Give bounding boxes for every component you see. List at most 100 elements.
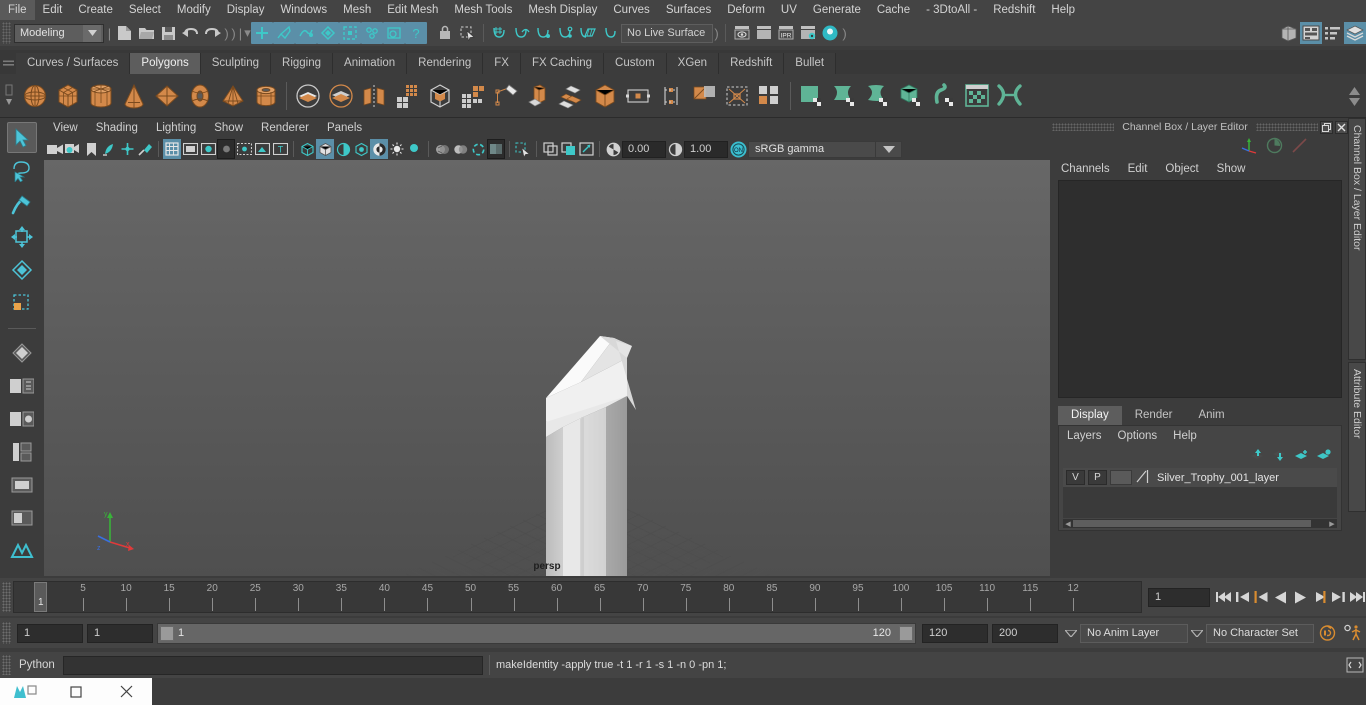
layer-color-swatch[interactable] [1110, 470, 1132, 485]
range-slider-grip[interactable] [2, 622, 11, 644]
move-layer-up-icon[interactable] [1250, 448, 1265, 464]
gamma-icon[interactable] [666, 139, 684, 159]
show-hide-modeling-toolkit-icon[interactable] [1278, 22, 1300, 44]
viewport-menu-renderer[interactable]: Renderer [252, 118, 318, 138]
create-layer-from-selection-icon[interactable] [1316, 448, 1331, 464]
xray-joints-icon[interactable] [451, 139, 469, 159]
viewport-menu-panels[interactable]: Panels [318, 118, 371, 138]
status-line-grip[interactable] [2, 22, 11, 44]
panel-restore-icon[interactable] [1320, 120, 1333, 134]
poly-combine-icon[interactable] [423, 78, 456, 114]
layer-tab-display[interactable]: Display [1058, 406, 1122, 425]
menu-3dtoall[interactable]: - 3DtoAll - [918, 0, 985, 20]
channelbox-menu-edit[interactable]: Edit [1119, 163, 1157, 175]
command-line-grip[interactable] [2, 655, 11, 675]
lasso-select-icon[interactable] [7, 155, 37, 186]
step-back-frame-icon[interactable] [1233, 586, 1252, 608]
save-scene-icon[interactable] [157, 22, 179, 44]
anim-end-time-field[interactable]: 200 [992, 623, 1058, 643]
undo-icon[interactable] [179, 22, 201, 44]
chevron-down-icon[interactable] [83, 24, 101, 42]
select-dynamics-icon[interactable] [361, 22, 383, 44]
persp-two-pane-layout-icon[interactable] [7, 502, 37, 533]
current-frame-field[interactable]: 1 [1148, 587, 1210, 607]
show-hide-tool-settings-icon[interactable] [1322, 22, 1344, 44]
layer-tab-anim[interactable]: Anim [1185, 406, 1238, 425]
menu-select[interactable]: Select [121, 0, 169, 20]
poly-torus-icon[interactable] [183, 78, 216, 114]
menuset-selector[interactable]: Modeling [14, 23, 104, 43]
step-forward-frame-icon[interactable] [1328, 586, 1347, 608]
layer-menu-options[interactable]: Options [1110, 430, 1166, 442]
boolean-difference-icon[interactable] [324, 78, 357, 114]
surface-plane-icon[interactable] [828, 78, 861, 114]
shelf-tab-redshift[interactable]: Redshift [719, 53, 785, 74]
quad-draw-plane-icon[interactable] [795, 78, 828, 114]
vtab-channel-box-layer-editor[interactable]: Channel Box / Layer Editor [1348, 118, 1366, 360]
viewport-menu-lighting[interactable]: Lighting [147, 118, 205, 138]
poly-bevel-icon[interactable] [555, 78, 588, 114]
menu-uv[interactable]: UV [773, 0, 805, 20]
show-hide-attribute-editor-icon[interactable] [1300, 22, 1322, 44]
step-back-key-icon[interactable] [1252, 586, 1271, 608]
bookmark-icon[interactable] [82, 139, 100, 159]
shelf-options-icon[interactable] [0, 76, 18, 116]
scale-tool-icon[interactable] [7, 287, 37, 318]
close-window-icon[interactable] [101, 678, 152, 705]
time-slider-track[interactable]: 1 5 10 15 20 25 30 35 40 45 50 55 60 65 70 75 80 85 90 95 1… [13, 581, 1142, 613]
open-scene-icon[interactable] [135, 22, 157, 44]
xray-mode-icon[interactable] [433, 139, 451, 159]
step-forward-key-icon[interactable] [1309, 586, 1328, 608]
uv-layout-icon[interactable] [753, 78, 786, 114]
select-camera-icon[interactable] [46, 139, 64, 159]
shelf-scroll-arrows[interactable] [1344, 74, 1364, 118]
boolean-union-icon[interactable] [291, 78, 324, 114]
shadows-icon[interactable] [406, 139, 424, 159]
display-textures-icon[interactable] [370, 139, 388, 159]
poly-cone-icon[interactable] [117, 78, 150, 114]
menu-surfaces[interactable]: Surfaces [658, 0, 719, 20]
layer-tab-render[interactable]: Render [1121, 406, 1186, 425]
new-scene-icon[interactable] [113, 22, 135, 44]
time-slider-grip[interactable] [2, 582, 11, 612]
shelf-tab-polygons[interactable]: Polygons [130, 53, 201, 74]
toolbar-dropdown-dot[interactable]: ▾ [244, 23, 251, 43]
select-outliner-icon[interactable] [339, 22, 361, 44]
persp-viewport[interactable]: . x y z persp [44, 160, 1050, 576]
panel-grip-right[interactable] [1255, 123, 1318, 131]
select-help-icon[interactable]: ? [405, 22, 427, 44]
menu-modify[interactable]: Modify [169, 0, 219, 20]
channelbox-menu-show[interactable]: Show [1208, 163, 1255, 175]
uv-editor-icon[interactable] [720, 78, 753, 114]
anim-curve-icon[interactable] [1266, 137, 1283, 157]
viewport-menu-shading[interactable]: Shading [87, 118, 147, 138]
color-profile-chevron-down-icon[interactable] [876, 140, 902, 158]
select-by-hierarchy-icon[interactable] [251, 22, 273, 44]
anim-layer-field[interactable]: No Anim Layer [1080, 623, 1188, 643]
menu-edit[interactable]: Edit [35, 0, 71, 20]
gamma-field[interactable]: 1.00 [684, 140, 728, 158]
menu-mesh-tools[interactable]: Mesh Tools [446, 0, 520, 20]
uv-automatic-map-icon[interactable] [687, 78, 720, 114]
layer-name[interactable]: Silver_Trophy_001_layer [1152, 472, 1279, 484]
shelf-tab-custom[interactable]: Custom [604, 53, 667, 74]
render-current-frame-icon[interactable] [731, 22, 753, 44]
shelf-tab-rendering[interactable]: Rendering [407, 53, 484, 74]
rotate-tool-icon[interactable] [7, 254, 37, 285]
shelf-tab-curves-surfaces[interactable]: Curves / Surfaces [16, 53, 131, 74]
poly-mirror-icon[interactable] [357, 78, 390, 114]
exposure-preview-icon[interactable] [487, 139, 505, 159]
maya-taskbar-icon[interactable] [0, 678, 51, 705]
anim-start-time-field[interactable]: 1 [17, 623, 83, 643]
menu-help[interactable]: Help [1043, 0, 1083, 20]
poly-pyramid-icon[interactable] [216, 78, 249, 114]
render-settings-icon[interactable] [797, 22, 819, 44]
live-surface-field[interactable]: No Live Surface [621, 23, 713, 43]
driven-key-icon[interactable] [1291, 137, 1308, 157]
select-tool-icon[interactable] [7, 122, 37, 153]
snap-to-view-plane-icon[interactable] [577, 22, 599, 44]
play-backwards-icon[interactable] [1271, 586, 1290, 608]
channelbox-menu-channels[interactable]: Channels [1052, 163, 1119, 175]
menu-file[interactable]: File [0, 0, 35, 20]
resolution-gate-icon[interactable] [199, 139, 217, 159]
